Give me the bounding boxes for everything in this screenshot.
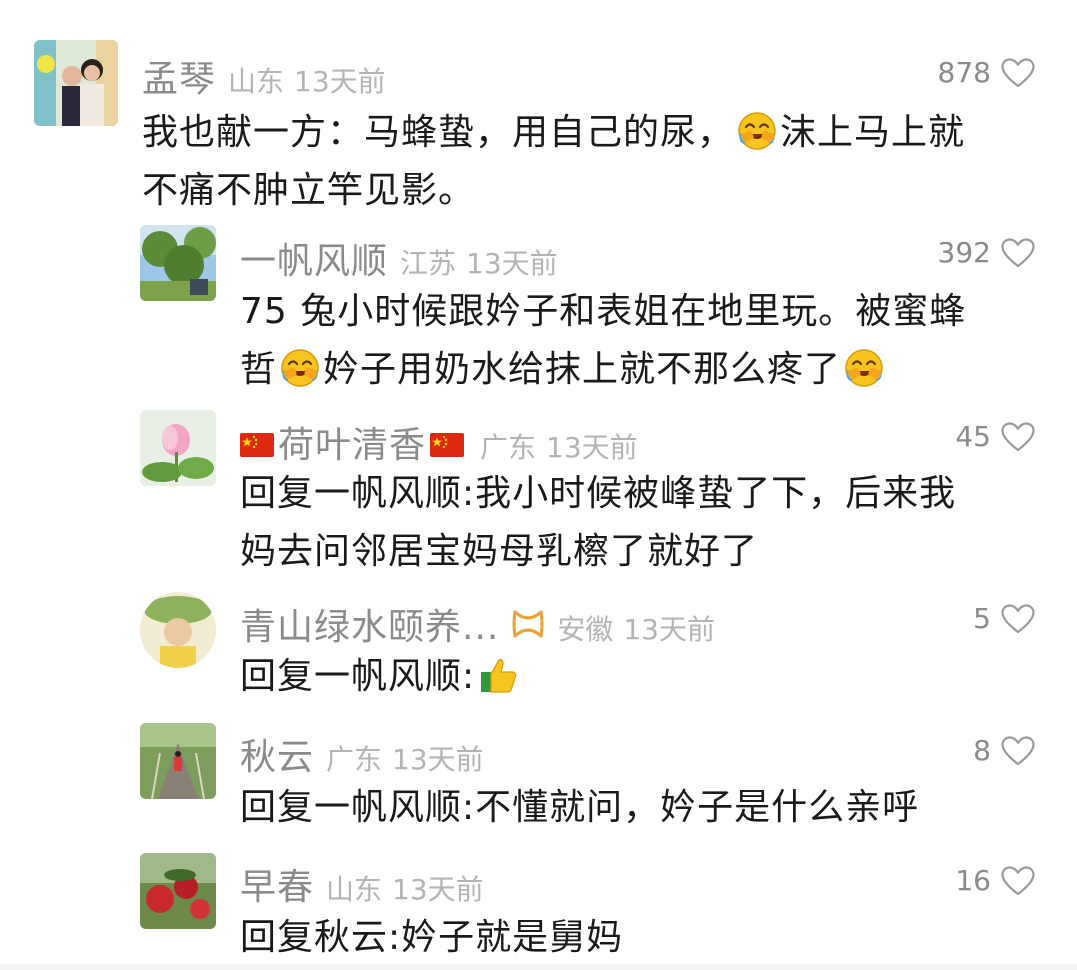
user-region: 广东 [480, 431, 537, 464]
like-count: 878 [937, 56, 991, 89]
heart-icon[interactable] [1001, 866, 1035, 896]
user-region: 江苏 [400, 247, 457, 280]
like-button[interactable]: 5 [973, 602, 1035, 635]
comment-text: 回复一帆风顺: [240, 648, 1040, 706]
comment-time: 13天前 [546, 431, 638, 464]
china-flag-icon [240, 433, 274, 457]
ribbon-badge-icon [512, 610, 544, 638]
cry-laughing-emoji [843, 347, 885, 389]
like-count: 392 [937, 236, 991, 269]
like-button[interactable]: 878 [938, 56, 1035, 89]
like-count: 16 [955, 864, 991, 897]
user-region: 广东 [326, 743, 383, 776]
like-count: 8 [973, 734, 991, 767]
user-region: 山东 [228, 65, 285, 98]
comment-text: 回复一帆风顺:不懂就问，妗子是什么亲呼 [240, 787, 920, 828]
avatar[interactable] [140, 592, 216, 668]
comment-text: 我也献一方：马蜂蛰，用自己的尿， 沫上马上就 不痛不肿立竿见影。 [142, 110, 966, 211]
avatar[interactable] [140, 853, 216, 929]
avatar[interactable] [34, 40, 118, 126]
username[interactable]: 孟琴 [142, 50, 216, 102]
user-region: 山东 [326, 873, 383, 906]
comment-text: 75 兔小时候跟妗子和表姐在地里玩。被蜜蜂 哲妗子用奶水给抹上就不那么疼了 [240, 291, 967, 390]
heart-icon[interactable] [1001, 604, 1035, 634]
cry-laughing-emoji [736, 110, 778, 152]
avatar[interactable] [140, 225, 216, 301]
comment-time: 13天前 [294, 65, 386, 98]
heart-icon[interactable] [1001, 58, 1035, 88]
like-button[interactable]: 8 [973, 734, 1035, 767]
comment-time: 13天前 [392, 743, 484, 776]
avatar[interactable] [140, 723, 216, 799]
cry-laughing-emoji [279, 347, 321, 389]
heart-icon[interactable] [1001, 736, 1035, 766]
comment-time: 13天前 [623, 613, 715, 646]
comment-time: 13天前 [392, 873, 484, 906]
username[interactable]: 荷叶清香 [278, 416, 426, 468]
comment-time: 13天前 [466, 247, 558, 280]
thumbs-up-emoji [481, 658, 517, 693]
username[interactable]: 青山绿水颐养... [240, 598, 499, 650]
username[interactable]: 早春 [240, 858, 314, 910]
divider [0, 964, 1077, 970]
like-button[interactable]: 392 [938, 236, 1035, 269]
like-count: 5 [973, 602, 991, 635]
china-flag-icon [430, 433, 465, 457]
like-button[interactable]: 45 [955, 420, 1035, 453]
heart-icon[interactable] [1001, 422, 1035, 452]
like-button[interactable]: 16 [955, 864, 1035, 897]
comment-text: 回复秋云:妗子就是舅妈 [240, 917, 624, 958]
username[interactable]: 秋云 [240, 728, 314, 780]
username[interactable]: 一帆风顺 [240, 232, 388, 284]
like-count: 45 [955, 420, 991, 453]
avatar[interactable] [140, 410, 216, 486]
heart-icon[interactable] [1001, 238, 1035, 268]
user-region: 安徽 [557, 613, 614, 646]
comment-text: 回复一帆风顺:我小时候被峰蛰了下，后来我 妈去问邻居宝妈母乳檫了就好了 [240, 473, 957, 572]
